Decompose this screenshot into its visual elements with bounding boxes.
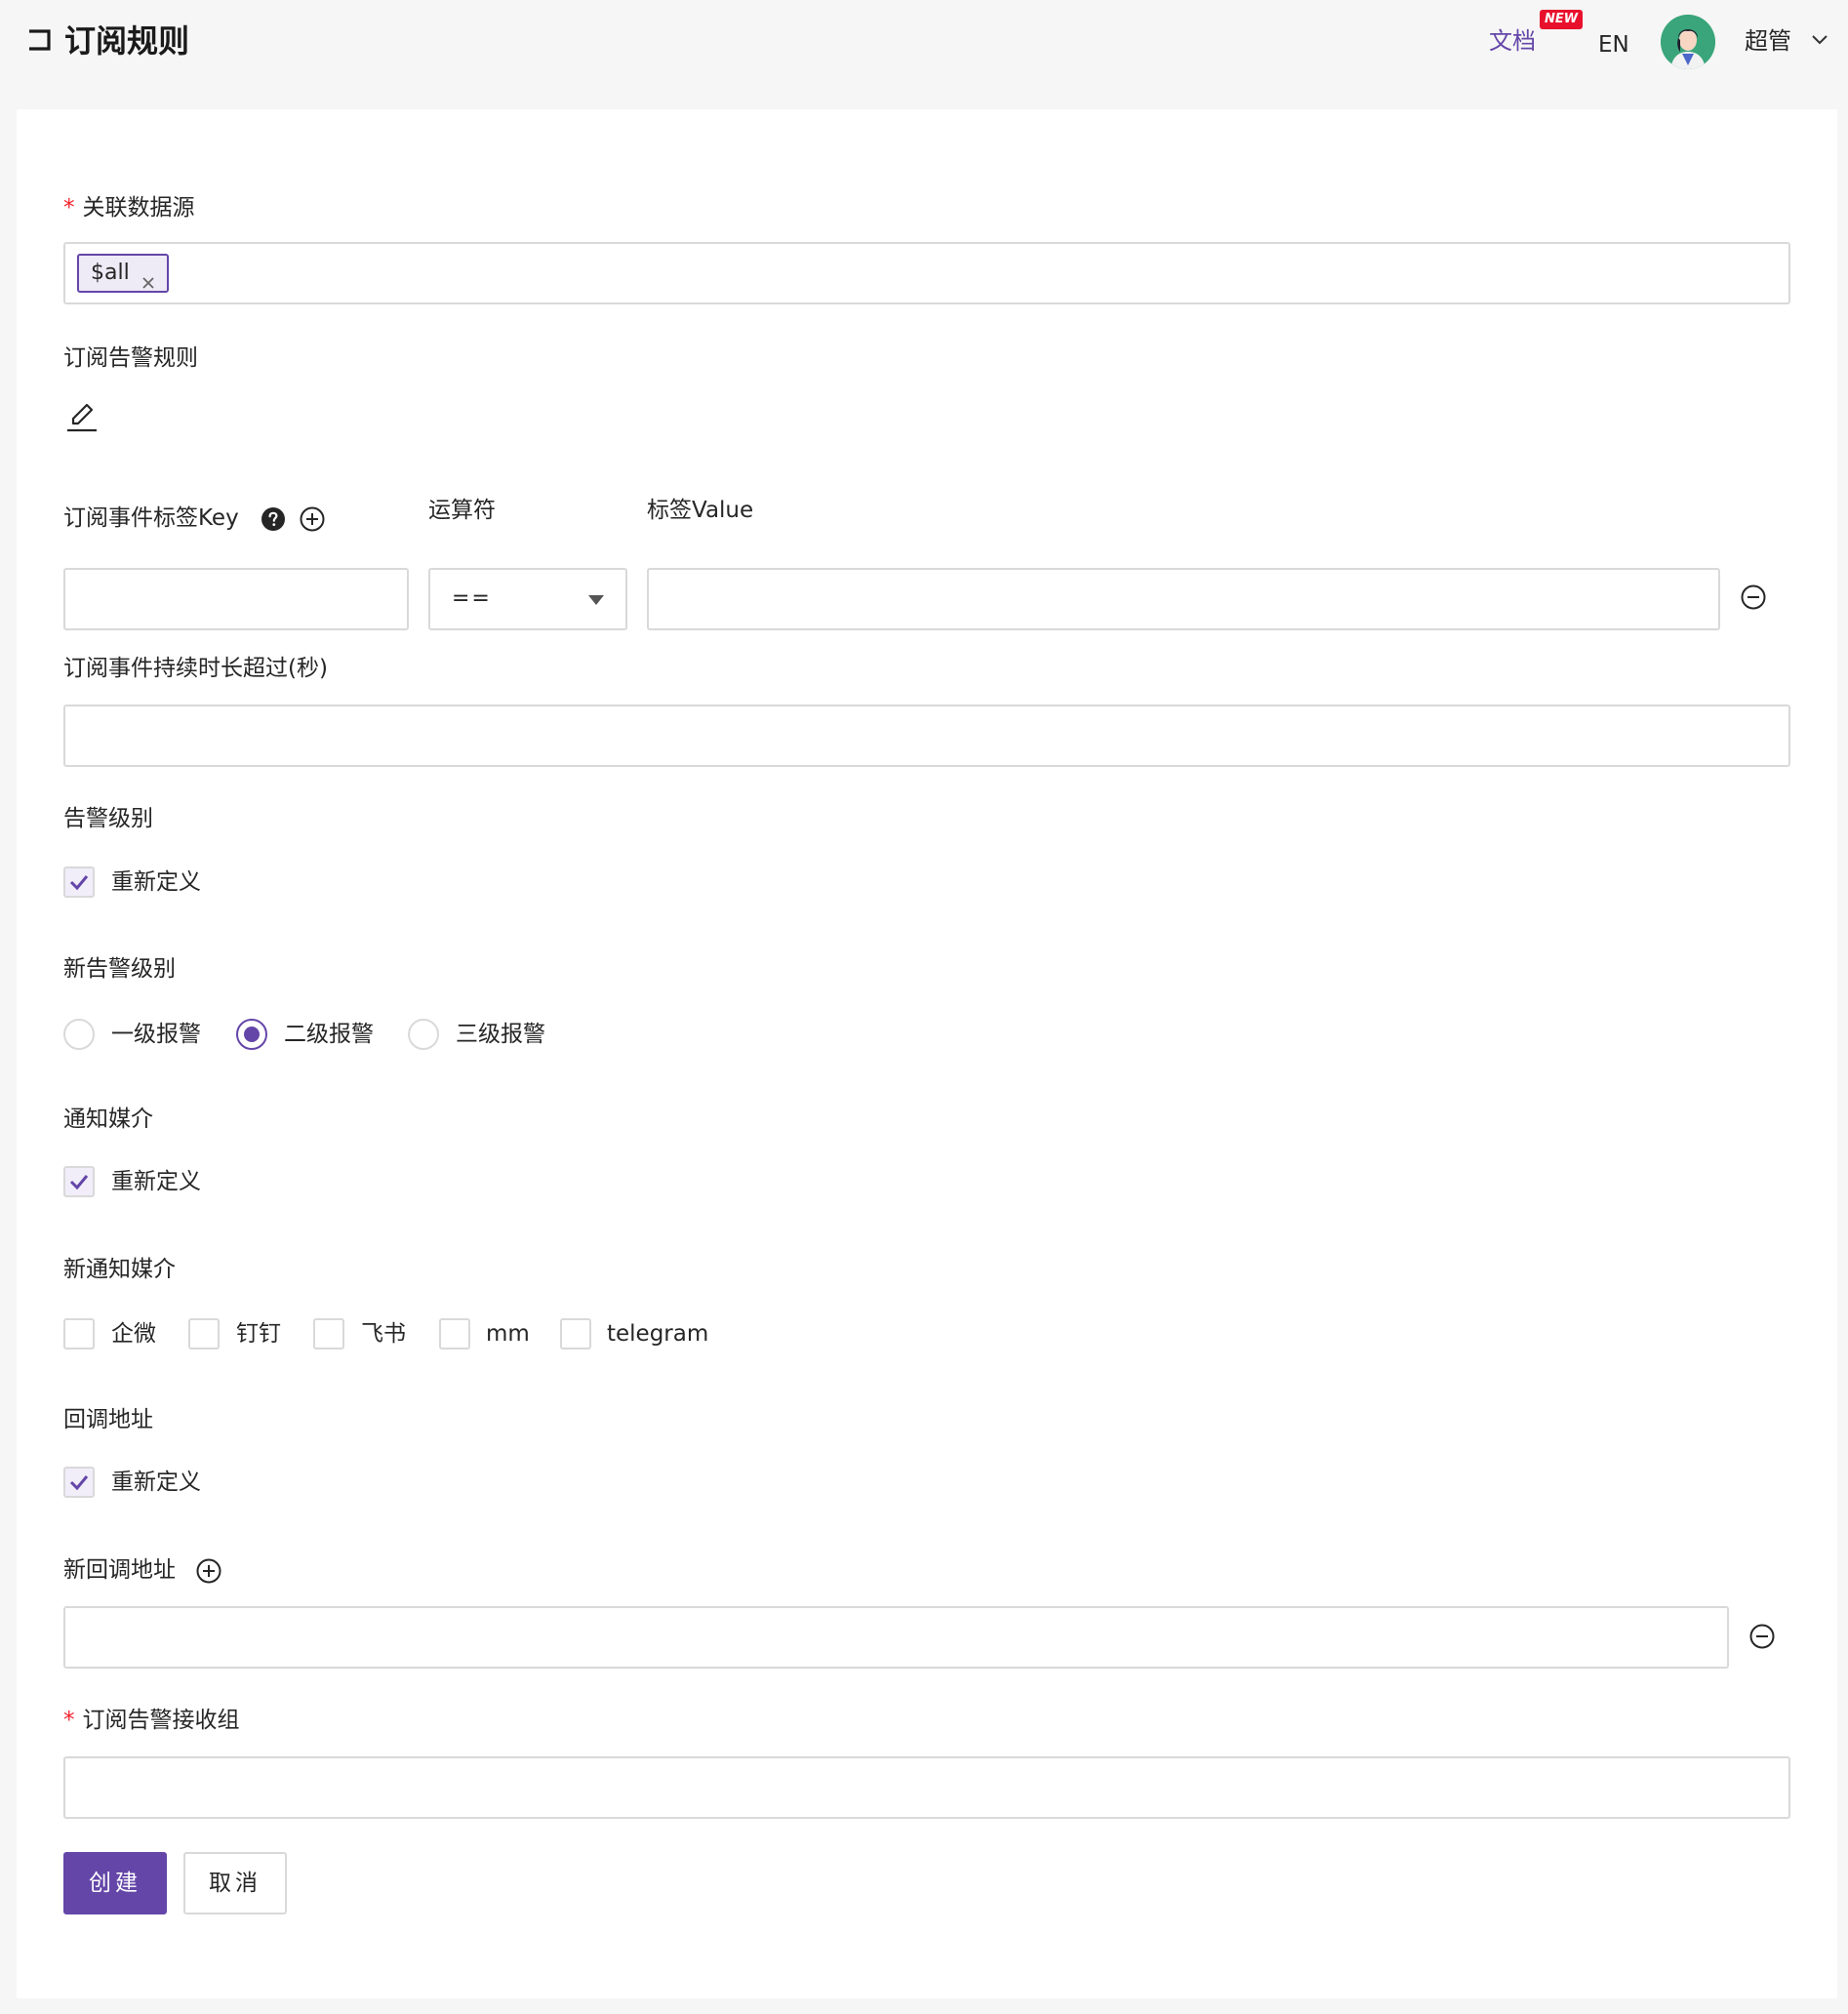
channel-label-wecom: 企微 <box>111 1321 156 1347</box>
channel-checkbox-feishu[interactable] <box>313 1318 344 1349</box>
caret-down-icon <box>588 595 604 605</box>
edit-icon[interactable] <box>65 400 99 433</box>
new-callbacks-label: 新回调地址 <box>63 1557 176 1583</box>
channel-label-feishu: 飞书 <box>361 1321 406 1347</box>
severity-radio-3[interactable] <box>408 1019 439 1050</box>
operator-label: 运算符 <box>428 498 496 523</box>
add-callback-icon[interactable] <box>196 1558 221 1584</box>
duration-input[interactable] <box>63 705 1790 767</box>
datasource-label: * 关联数据源 <box>63 195 195 221</box>
required-mark: * <box>63 1708 75 1733</box>
severity-override-checkbox[interactable] <box>63 866 95 898</box>
severity-option-3: 三级报警 <box>456 1022 545 1047</box>
help-icon[interactable] <box>261 507 285 531</box>
check-icon <box>69 1475 89 1491</box>
check-icon <box>69 1175 89 1190</box>
severity-radio-1[interactable] <box>63 1019 95 1050</box>
severity-override-label: 重新定义 <box>111 869 201 895</box>
username[interactable]: 超管 <box>1745 23 1791 59</box>
operator-value: == <box>452 586 492 611</box>
new-badge: NEW <box>1540 10 1584 29</box>
required-mark: * <box>63 195 75 221</box>
receiver-groups-select[interactable] <box>63 1756 1790 1819</box>
callbacks-override-label: 重新定义 <box>111 1470 201 1495</box>
new-severity-label: 新告警级别 <box>63 956 176 982</box>
top-header: 订阅规则 文档 NEW EN 超管 <box>0 0 1848 90</box>
subscription-form-card: *关联数据源 $all 订阅告警规则 订阅事件标签Key 运算符 标签Valu <box>17 109 1837 1998</box>
channel-checkbox-telegram[interactable] <box>560 1318 591 1349</box>
receiver-groups-label: * 订阅告警接收组 <box>63 1708 240 1733</box>
chevron-down-icon[interactable] <box>1811 31 1828 49</box>
page-title: 订阅规则 <box>64 22 190 60</box>
channel-label-telegram: telegram <box>607 1321 709 1347</box>
avatar[interactable] <box>1661 15 1715 69</box>
notify-override-label: 重新定义 <box>111 1169 201 1194</box>
back-icon[interactable] <box>25 25 55 55</box>
channel-checkbox-mm[interactable] <box>439 1318 470 1349</box>
cancel-button[interactable]: 取消 <box>183 1852 287 1914</box>
channel-label-dingtalk: 钉钉 <box>236 1321 281 1347</box>
docs-link[interactable]: 文档 <box>1489 23 1536 59</box>
new-notify-channels-label: 新通知媒介 <box>63 1257 176 1282</box>
channel-checkbox-dingtalk[interactable] <box>188 1318 220 1349</box>
channel-label-mm: mm <box>486 1321 530 1347</box>
datasource-select[interactable]: $all <box>63 242 1790 304</box>
severity-label: 告警级别 <box>63 806 153 831</box>
alert-rule-label: 订阅告警规则 <box>63 345 198 371</box>
tag-key-input[interactable] <box>63 568 409 630</box>
notify-channels-label: 通知媒介 <box>63 1107 153 1132</box>
severity-option-1: 一级报警 <box>111 1022 201 1047</box>
callbacks-override-checkbox[interactable] <box>63 1467 95 1498</box>
callback-url-input[interactable] <box>63 1606 1729 1669</box>
check-icon <box>69 875 89 891</box>
add-tag-filter-icon[interactable] <box>300 506 325 532</box>
callbacks-label: 回调地址 <box>63 1407 153 1432</box>
tag-value-label: 标签Value <box>647 498 754 523</box>
create-button[interactable]: 创建 <box>63 1852 167 1914</box>
datasource-tag: $all <box>77 254 169 293</box>
severity-option-2: 二级报警 <box>284 1022 374 1047</box>
notify-override-checkbox[interactable] <box>63 1166 95 1197</box>
close-icon[interactable] <box>141 266 155 289</box>
channel-checkbox-wecom[interactable] <box>63 1318 95 1349</box>
remove-callback-icon[interactable] <box>1749 1624 1775 1649</box>
severity-radio-2[interactable] <box>236 1019 267 1050</box>
tag-value-input[interactable] <box>647 568 1720 630</box>
language-switch[interactable]: EN <box>1598 27 1629 62</box>
operator-select[interactable]: == <box>428 568 627 630</box>
remove-tag-filter-icon[interactable] <box>1741 584 1766 610</box>
duration-label: 订阅事件持续时长超过(秒) <box>63 656 328 681</box>
tag-key-label: 订阅事件标签Key <box>63 505 239 531</box>
